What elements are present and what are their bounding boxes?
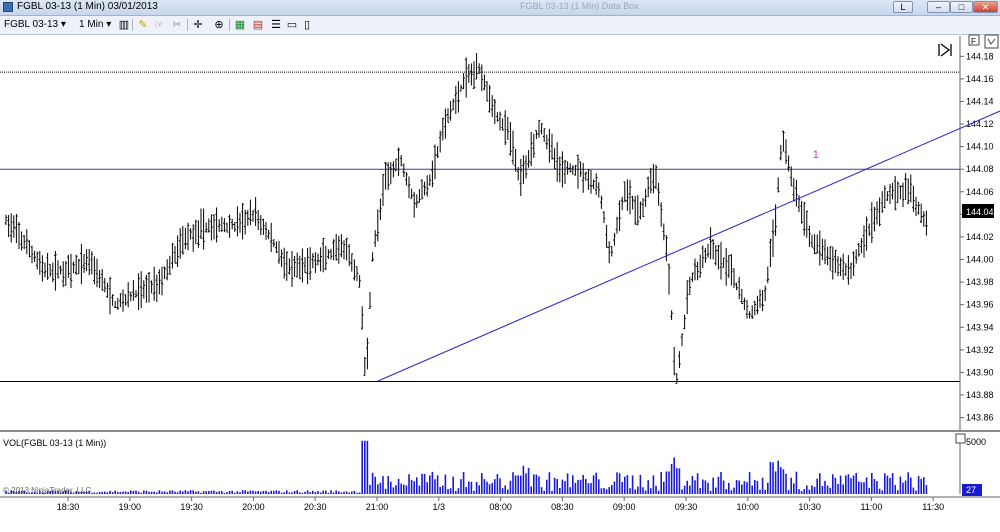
chevron-down-icon: ▾ [106, 19, 112, 30]
copyright-label: © 2013 NinjaTrader, LLC [3, 486, 92, 495]
instrument-selector[interactable]: FGBL 03-13 ▾ [4, 18, 66, 32]
volume-panel-maximize-icon[interactable] [955, 433, 966, 444]
time-tick-label: 08:30 [551, 502, 574, 512]
price-tick-label: 143.94 [966, 322, 994, 332]
zoom-icon[interactable]: ⊕ [212, 18, 226, 32]
chevron-down-icon: ▾ [60, 19, 66, 30]
time-tick-label: 11:30 [922, 502, 944, 512]
instrument-label: FGBL 03-13 [4, 19, 59, 30]
toolbar-separator [132, 19, 133, 31]
price-ticks: 144.18144.16144.14144.12144.10144.08144.… [960, 51, 994, 423]
time-tick-label: 09:00 [613, 502, 636, 512]
time-tick-label: 1/3 [433, 502, 446, 512]
bar-type-icon[interactable]: ▥ [117, 18, 131, 32]
horizontal-lines [0, 71, 960, 382]
app-icon [3, 2, 13, 12]
maximize-icon[interactable]: □ [950, 1, 973, 13]
data-box-icon[interactable]: ▭ [285, 18, 299, 32]
price-tick-label: 143.88 [966, 390, 994, 400]
time-tick-label: 19:00 [119, 502, 142, 512]
price-tick-label: 144.00 [966, 255, 994, 265]
price-bars [4, 53, 928, 384]
volume-indicator-label: VOL(FGBL 03-13 (1 Min)) [3, 438, 106, 448]
price-tick-label: 144.08 [966, 164, 994, 174]
time-tick-label: 10:00 [737, 502, 760, 512]
scroll-end-icon[interactable] [938, 43, 952, 57]
chart-trader-icon[interactable]: ▯ [300, 18, 314, 32]
indicators-icon[interactable]: ▦ [233, 18, 247, 32]
volume-panel: VOL(FGBL 03-13 (1 Min)) 5000 27 © 2013 N… [3, 433, 986, 496]
minimize-icon[interactable]: – [927, 1, 950, 13]
time-tick-label: 21:00 [366, 502, 389, 512]
price-tick-label: 143.96 [966, 300, 994, 310]
time-tick-label: 19:30 [180, 502, 203, 512]
svg-text:F: F [971, 37, 976, 46]
time-axis: 18:30 19:00 19:30 20:00 20:30 21:00 1/3 08:00 08… [57, 497, 944, 512]
time-tick-label: 20:00 [242, 502, 265, 512]
link-button[interactable]: L [893, 1, 913, 13]
crosshair-icon[interactable]: ✛ [191, 18, 205, 32]
price-tick-label: 143.86 [966, 413, 994, 423]
hand-icon[interactable]: ☞ [152, 18, 166, 32]
maximize-panel-icon[interactable] [984, 34, 999, 49]
properties-icon[interactable]: ☰ [269, 18, 283, 32]
price-tick-label: 144.10 [966, 142, 994, 152]
price-axis: 144.18144.16144.14144.12144.10144.08144.… [959, 36, 994, 430]
eraser-icon[interactable]: ✂ [170, 18, 184, 32]
time-tick-label: 20:30 [304, 502, 327, 512]
price-tick-label: 144.02 [966, 232, 994, 242]
toolbar-separator [187, 19, 188, 31]
trend-line[interactable] [376, 36, 1000, 382]
chart-toolbar: FGBL 03-13 ▾ 1 Min ▾ ▥ ✎ ☞ ✂ ✛ ⊕ ▦ ▤ ☰ ▭… [0, 16, 1000, 35]
volume-axis-top-label: 5000 [966, 437, 986, 447]
close-icon[interactable]: ✕ [973, 1, 998, 13]
price-tick-label: 144.06 [966, 187, 994, 197]
time-tick-label: 08:00 [489, 502, 512, 512]
price-tick-label: 144.14 [966, 96, 994, 106]
price-tick-label: 143.92 [966, 345, 994, 355]
toolbar-separator [229, 19, 230, 31]
time-tick-label: 10:30 [798, 502, 821, 512]
price-tick-label: 143.98 [966, 277, 994, 287]
price-chart[interactable]: 144.18144.16144.14144.12144.10144.08144.… [0, 34, 1000, 532]
volume-last-label: 27 [966, 485, 976, 495]
time-tick-label: 09:30 [675, 502, 698, 512]
window-ghost-title: FGBL 03-13 (1 Min) Data Box [520, 1, 639, 11]
pencil-icon[interactable]: ✎ [136, 18, 150, 32]
interval-selector[interactable]: 1 Min ▾ [79, 18, 111, 32]
interval-label: 1 Min [79, 19, 104, 30]
wave-label: 1 [813, 149, 819, 161]
price-tick-label: 144.16 [966, 74, 994, 84]
time-tick-label: 11:00 [860, 502, 882, 512]
window-title: FGBL 03-13 (1 Min) 03/01/2013 [17, 1, 158, 12]
time-tick-label: 18:30 [57, 502, 80, 512]
price-tick-label: 144.18 [966, 51, 994, 61]
price-tick-label: 143.90 [966, 367, 994, 377]
strategy-icon[interactable]: ▤ [251, 18, 265, 32]
last-price-label: 144.04 [966, 207, 994, 217]
volume-bars [5, 440, 928, 494]
title-bar: FGBL 03-13 (1 Min) 03/01/2013 FGBL 03-13… [0, 0, 1000, 16]
